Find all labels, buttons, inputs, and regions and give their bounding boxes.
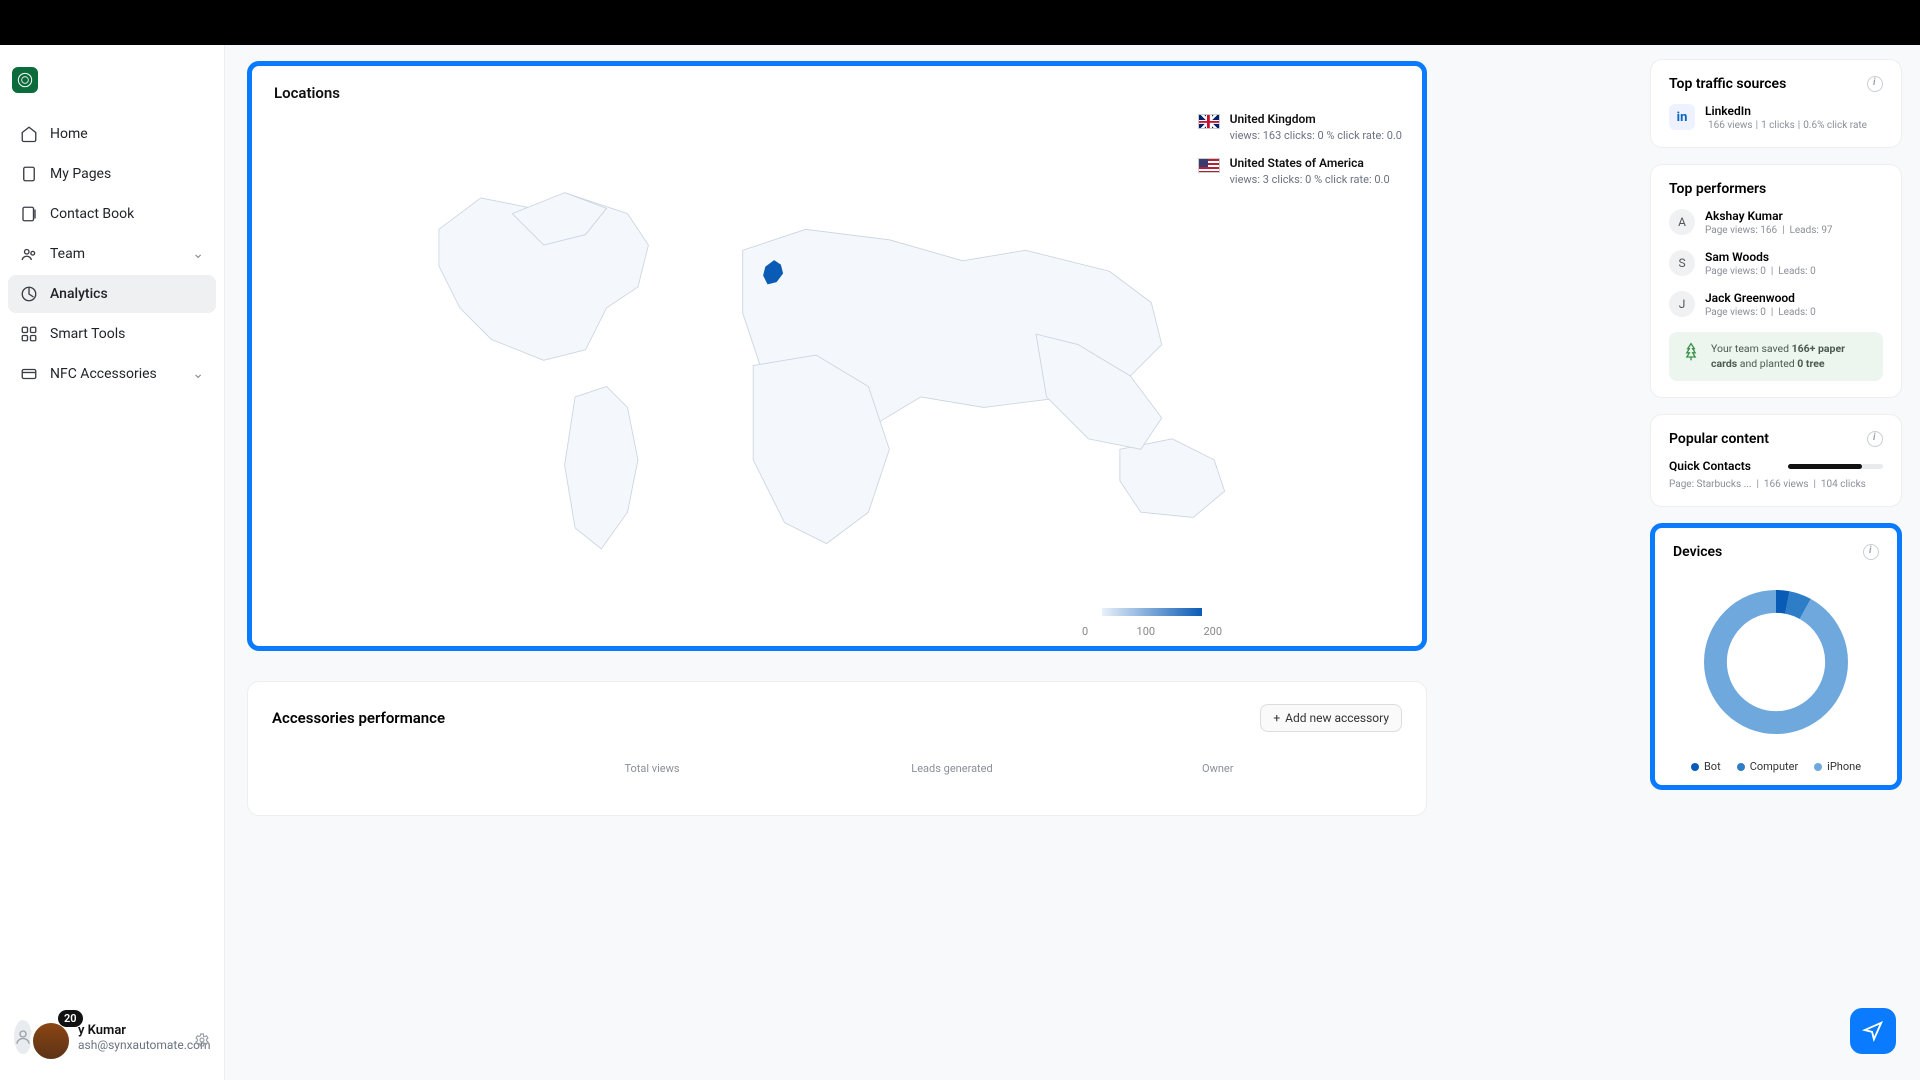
add-label: Add new accessory <box>1285 711 1389 725</box>
book-icon <box>20 205 38 223</box>
team-icon <box>20 245 38 263</box>
chevron-down-icon: ⌄ <box>192 246 204 262</box>
map-scale <box>1102 608 1202 616</box>
performer-name: Akshay Kumar <box>1705 209 1833 223</box>
performers-title: Top performers <box>1669 181 1766 197</box>
accessories-title: Accessories performance <box>272 709 445 727</box>
nav-contact-book[interactable]: Contact Book <box>8 195 216 233</box>
card-icon <box>20 365 38 383</box>
right-column: Top traffic sources in LinkedIn 166 view… <box>1650 45 1920 1080</box>
flag-uk-icon <box>1198 114 1220 129</box>
traffic-row[interactable]: in LinkedIn 166 views|1 clicks|0.6% clic… <box>1669 104 1883 131</box>
performer-row[interactable]: S Sam Woods Page views: 0 | Leads: 0 <box>1669 250 1883 277</box>
linkedin-icon: in <box>1669 104 1695 130</box>
avatar-initial: J <box>1669 291 1695 317</box>
home-icon <box>20 125 38 143</box>
chevron-down-icon: ⌄ <box>192 366 204 382</box>
nav-team[interactable]: Team ⌄ <box>8 235 216 273</box>
col-owner: Owner <box>1102 762 1402 775</box>
location-row[interactable]: United Kingdom views: 163 clicks: 0 % cl… <box>1198 112 1402 142</box>
performer-row[interactable]: A Akshay Kumar Page views: 166 | Leads: … <box>1669 209 1883 236</box>
world-map[interactable] <box>292 156 1382 596</box>
performer-name: Jack Greenwood <box>1705 291 1816 305</box>
nav: Home My Pages Contact Book Team ⌄ Analyt… <box>0 109 224 992</box>
traffic-title: Top traffic sources <box>1669 76 1786 92</box>
country-stats: views: 163 clicks: 0 % click rate: 0.0 <box>1230 129 1402 142</box>
user-strip: 20 y Kumar ash@synxautomate.com <box>0 992 224 1080</box>
notification-badge: 20 <box>58 1010 83 1027</box>
eco-banner: Your team saved 166+ paper cards and pla… <box>1669 332 1883 381</box>
traffic-source-stats: 166 views|1 clicks|0.6% click rate <box>1705 120 1870 131</box>
sidebar: Home My Pages Contact Book Team ⌄ Analyt… <box>0 45 225 1080</box>
legend-iphone: iPhone <box>1814 760 1861 773</box>
performer-stats: Page views: 166 | Leads: 97 <box>1705 225 1833 236</box>
accessories-card: Accessories performance + Add new access… <box>247 681 1427 816</box>
traffic-card: Top traffic sources in LinkedIn 166 view… <box>1650 59 1902 148</box>
locations-card: Locations United Kingdom views: 163 clic… <box>247 61 1427 651</box>
nav-label: My Pages <box>50 166 111 182</box>
feedback-fab[interactable] <box>1850 1008 1896 1054</box>
devices-title: Devices <box>1673 544 1722 560</box>
popular-card: Popular content Quick Contacts Page: Sta… <box>1650 414 1902 507</box>
avatar-initial: A <box>1669 209 1695 235</box>
nav-nfc[interactable]: NFC Accessories ⌄ <box>8 355 216 393</box>
gear-icon[interactable] <box>194 1032 210 1048</box>
nav-home[interactable]: Home <box>8 115 216 153</box>
devices-legend: Bot Computer iPhone <box>1673 760 1879 773</box>
grid-icon <box>20 325 38 343</box>
tree-icon <box>1681 342 1701 362</box>
user-name: y Kumar <box>78 1023 211 1038</box>
nav-smart-tools[interactable]: Smart Tools <box>8 315 216 353</box>
popular-row[interactable]: Quick Contacts <box>1669 459 1883 473</box>
info-icon[interactable] <box>1863 544 1879 560</box>
performers-card: Top performers A Akshay Kumar Page views… <box>1650 164 1902 398</box>
pages-icon <box>20 165 38 183</box>
nav-label: Analytics <box>50 286 108 302</box>
nav-label: Team <box>50 246 85 262</box>
col-total-views: Total views <box>502 762 802 775</box>
traffic-source-name: LinkedIn <box>1705 104 1870 118</box>
devices-card: Devices Bot Computer iPhone <box>1650 523 1902 790</box>
nav-my-pages[interactable]: My Pages <box>8 155 216 193</box>
performer-stats: Page views: 0 | Leads: 0 <box>1705 266 1816 277</box>
accessories-columns: Total views Leads generated Owner <box>272 762 1402 775</box>
map-scale-labels: 0 100 200 <box>1082 625 1222 638</box>
devices-donut-chart <box>1696 582 1856 742</box>
nav-label: Smart Tools <box>50 326 125 342</box>
popular-bar <box>1788 464 1883 469</box>
nav-label: Contact Book <box>50 206 134 222</box>
user-email: ash@synxautomate.com <box>78 1038 211 1052</box>
analytics-icon <box>20 285 38 303</box>
performer-name: Sam Woods <box>1705 250 1816 264</box>
info-icon[interactable] <box>1867 431 1883 447</box>
nav-label: Home <box>50 126 88 142</box>
popular-item: Quick Contacts <box>1669 459 1751 473</box>
legend-bot: Bot <box>1691 760 1721 773</box>
performer-row[interactable]: J Jack Greenwood Page views: 0 | Leads: … <box>1669 291 1883 318</box>
col-leads: Leads generated <box>802 762 1102 775</box>
country-name: United Kingdom <box>1230 112 1402 126</box>
info-icon[interactable] <box>1867 76 1883 92</box>
eco-banner-text: Your team saved 166+ paper cards and pla… <box>1711 342 1871 371</box>
main-area: Locations United Kingdom views: 163 clic… <box>225 45 1650 1080</box>
nav-analytics[interactable]: Analytics <box>8 275 216 313</box>
popular-sub: Page: Starbucks ... | 166 views | 104 cl… <box>1669 479 1883 490</box>
locations-title: Locations <box>252 66 1422 112</box>
plus-icon: + <box>1273 711 1280 725</box>
add-accessory-button[interactable]: + Add new accessory <box>1260 704 1402 732</box>
performer-stats: Page views: 0 | Leads: 0 <box>1705 307 1816 318</box>
nav-label: NFC Accessories <box>50 366 157 382</box>
avatar-initial: S <box>1669 250 1695 276</box>
legend-computer: Computer <box>1737 760 1798 773</box>
app-logo[interactable] <box>12 67 38 93</box>
popular-title: Popular content <box>1669 431 1769 447</box>
